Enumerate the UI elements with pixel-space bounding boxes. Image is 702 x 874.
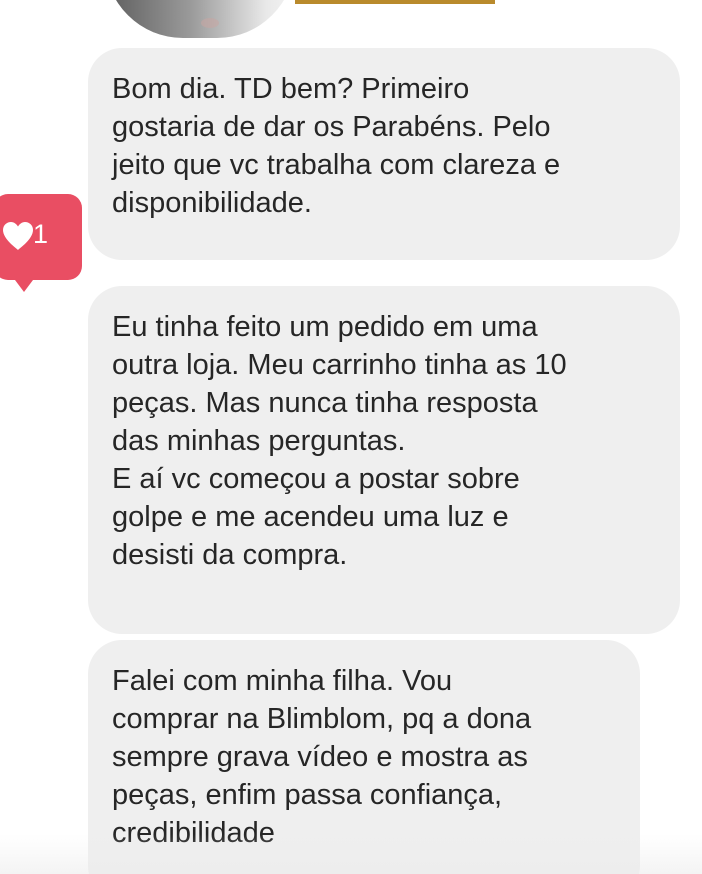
message-bubble[interactable]: Falei com minha filha. Vou comprar na Bl… (88, 640, 640, 874)
reaction-badge[interactable]: 1 (0, 194, 82, 292)
message-bubble[interactable]: Bom dia. TD bem? Primeiro gostaria de da… (88, 48, 680, 260)
media-edge-strip (295, 0, 495, 4)
reaction-count: 1 (33, 219, 49, 249)
shared-media-thumbnail[interactable] (105, 0, 295, 38)
chat-screen: Bom dia. TD bem? Primeiro gostaria de da… (0, 0, 702, 874)
media-detail (201, 18, 219, 28)
message-text: Bom dia. TD bem? Primeiro gostaria de da… (112, 73, 561, 219)
message-text: Eu tinha feito um pedido em uma outra lo… (112, 311, 567, 571)
message-bubble[interactable]: Eu tinha feito um pedido em uma outra lo… (88, 286, 680, 634)
heart-icon (3, 222, 33, 250)
message-text: Falei com minha filha. Vou comprar na Bl… (112, 665, 532, 849)
reaction-badge-pointer (12, 276, 36, 292)
